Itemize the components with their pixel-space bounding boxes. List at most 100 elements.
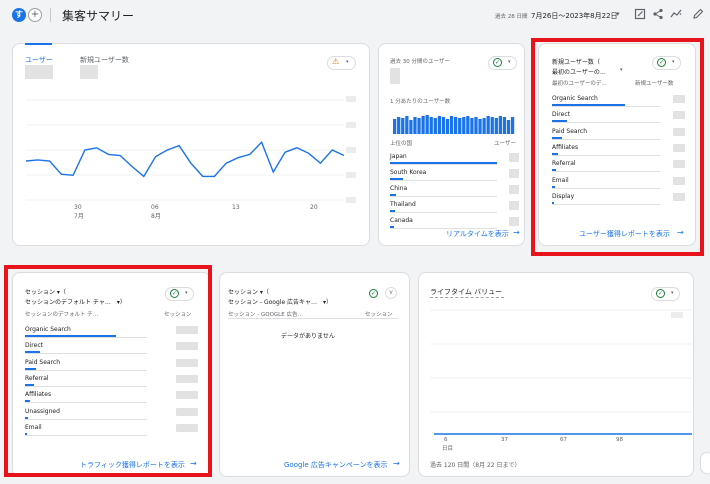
redacted-value [25,65,53,79]
minute-bar [433,118,437,134]
filter-icon[interactable]: ⋎ [385,287,397,299]
redacted-value [509,185,519,194]
view-google-ads-link[interactable]: Google 広告キャンペーンを表示 [284,460,388,470]
x-tick: 20 [310,204,318,211]
add-button[interactable]: + [28,8,42,22]
arrow-right-icon[interactable]: → [513,228,520,237]
minute-bar [466,116,470,134]
minute-bar [498,116,502,134]
minute-bar [462,117,466,134]
divider [228,318,398,319]
users-line-chart [26,99,344,201]
y-tick-redacted [671,312,683,318]
country-row-label: South Korea [390,169,427,176]
x-tick: 98 [616,437,623,443]
minute-bar [490,117,494,134]
minute-bar [470,118,474,134]
x-tick: 67 [560,437,567,443]
pencil-icon[interactable] [692,8,704,20]
x-tick-month: 8月 [151,213,161,220]
card-title[interactable]: セッション ▾（ [228,287,269,296]
card-title: ライフタイム バリュー [430,288,503,296]
country-row-label: Canada [390,217,413,224]
col-metric: セッション [365,312,393,318]
col-dimension: セッション - GOOGLE 広告… [228,312,303,318]
minute-bar [441,117,446,134]
title-underline [430,297,504,298]
active-tab-indicator [25,43,52,45]
minute-bar [401,118,405,134]
chevron-down-icon[interactable]: ▾ [346,59,349,65]
page-title: 集客サマリー [62,9,135,23]
minute-bar [429,117,433,134]
divider [50,8,51,22]
redacted-value [390,68,400,84]
insights-icon[interactable] [670,8,682,20]
check-circle-icon: ✓ [493,58,502,67]
minute-bar [413,117,417,134]
lifetime-value-chart [430,309,692,435]
check-circle-icon: ✓ [656,289,665,298]
col-users: ユーザー [494,141,516,147]
x-tick: 37 [501,437,508,443]
minute-bar [478,119,482,134]
minute-bar [405,116,409,134]
share-icon[interactable] [652,8,664,20]
country-row-label: Japan [390,153,407,160]
minute-bar [437,116,441,134]
y-tick-redacted [346,147,356,153]
row-divider [390,180,497,181]
redacted-value [80,65,98,79]
chevron-down-icon[interactable]: ▾ [508,59,511,65]
tab-users[interactable]: ユーザー [25,55,53,65]
country-row-label: Thailand [390,201,416,208]
minute-bar [454,117,458,134]
redacted-value [509,217,519,226]
redacted-value [509,169,519,178]
x-tick: 6 [444,437,448,443]
card-title-dimension[interactable]: セッション - Google 広告キャ… ▾） [228,297,332,306]
row-divider [390,212,497,213]
minute-bar [458,118,462,134]
per-minute-label: 1 分あたりのユーザー数 [390,99,451,105]
minute-bar [510,117,515,134]
period-footer: 過去 120 日間（8月 22 日まで） [430,462,521,469]
highlight-box [4,265,212,477]
minute-bar [409,120,413,134]
row-divider [390,196,497,197]
minute-bar [445,119,450,134]
realtime-title: 過去 30 分間のユーザー [390,59,450,65]
tab-new-users[interactable]: 新規ユーザー数 [80,55,129,65]
date-range-picker[interactable]: 7月26日～2023年8月22日 [531,11,618,21]
highlight-box [531,38,704,256]
warning-icon: ⚠ [332,57,340,66]
col-country: 上位の国 [390,141,413,147]
country-row-label: China [390,185,408,192]
minute-bar [397,117,401,134]
edit-report-icon[interactable] [634,8,646,20]
x-tick: 13 [232,204,240,211]
arrow-right-icon[interactable]: → [393,459,400,468]
per-minute-bar-chart [393,115,515,134]
minute-bar [494,118,498,134]
period-label: 過去 28 日間 [495,14,528,20]
minute-bar [449,116,454,134]
chevron-down-icon[interactable]: ▾ [671,290,674,296]
chevron-down-icon[interactable]: ▾ [616,10,620,18]
property-avatar[interactable]: す [12,8,26,22]
check-circle-icon[interactable]: ✓ [369,289,378,298]
y-tick-redacted [346,122,356,128]
minute-bar [474,117,478,134]
view-realtime-link[interactable]: リアルタイムを表示 [446,229,509,239]
minute-bar [502,117,507,134]
minute-bar [421,116,425,134]
empty-state-text: データがありません [281,333,335,340]
minute-bar [393,119,397,134]
minute-bar [486,116,490,134]
minute-bar [506,120,511,134]
x-tick: 30 [74,204,82,211]
y-tick-redacted [346,172,356,178]
minute-bar [425,115,429,134]
users-series-line [26,141,344,178]
scroll-handle[interactable] [700,452,710,474]
